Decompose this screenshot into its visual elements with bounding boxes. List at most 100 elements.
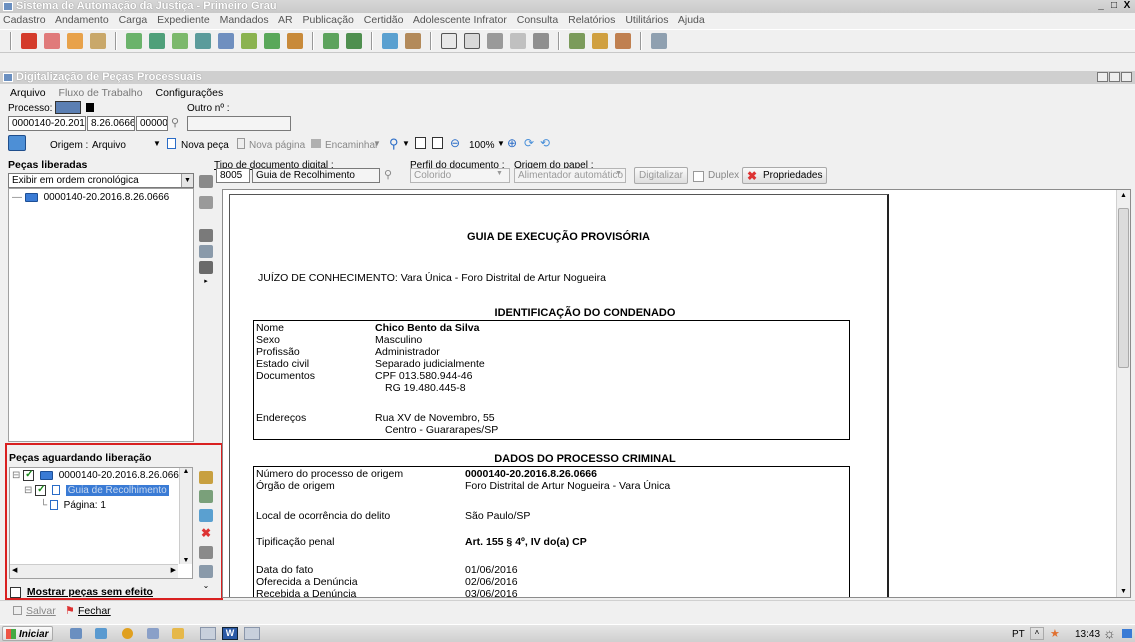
scroll-left-icon[interactable]: ◀ (12, 566, 17, 574)
copy-icon[interactable] (199, 565, 213, 578)
menu-adolescente[interactable]: Adolescente Infrator (413, 14, 507, 26)
sign-icon[interactable] (199, 490, 213, 503)
tipo-value-input[interactable]: Guia de Recolhimento (252, 168, 380, 183)
explorer-icon[interactable] (244, 627, 260, 640)
folder-user-icon[interactable] (241, 33, 257, 49)
transfer-icon[interactable] (510, 33, 526, 49)
zoom-in-icon[interactable]: ⊕ (507, 136, 517, 150)
submenu-fluxo[interactable]: Fluxo de Trabalho (59, 87, 143, 99)
perfil-select[interactable]: Colorido (410, 168, 510, 183)
chevron-down-icon[interactable]: ▼ (496, 170, 503, 177)
scroll-right-icon[interactable]: ▶ (171, 566, 176, 574)
scroll-thumb[interactable] (1118, 208, 1129, 368)
aguardando-page-item[interactable]: └ Página: 1 (40, 499, 106, 513)
aguardando-doc-checkbox[interactable] (35, 483, 47, 497)
viewer-scrollbar[interactable]: ▲ ▼ (1116, 190, 1130, 597)
menu-mandados[interactable]: Mandados (220, 14, 269, 26)
rotate-right-icon[interactable]: ⟳ (524, 136, 534, 150)
folder-people-icon[interactable] (126, 33, 142, 49)
scroll-down-icon[interactable]: ▼ (1117, 588, 1130, 595)
weather-icon[interactable]: ☼ (1103, 625, 1116, 641)
chevron-right-icon[interactable]: ▸ (196, 277, 216, 285)
print-icon[interactable] (199, 229, 213, 242)
desktop-icon[interactable] (95, 628, 107, 639)
aguardando-doc-item[interactable]: ⊟ Guia de Recolhimento (24, 483, 169, 498)
search-icon[interactable]: ⚲ (384, 168, 392, 181)
scroll-up-icon[interactable]: ▲ (1117, 192, 1130, 199)
chevron-down-icon[interactable]: ▼ (373, 139, 381, 148)
menu-ajuda[interactable]: Ajuda (678, 14, 705, 26)
folder-search-icon[interactable] (195, 33, 211, 49)
word-icon[interactable]: W (222, 627, 238, 640)
trash-icon[interactable] (533, 33, 549, 49)
table-icon[interactable] (287, 33, 303, 49)
tree-root-item[interactable]: — 0000140-20.2016.8.26.0666 (12, 191, 169, 205)
menu-andamento[interactable]: Andamento (55, 14, 109, 26)
language-indicator[interactable]: PT (1012, 629, 1025, 640)
close-button[interactable]: X (1121, 0, 1133, 11)
document-icon[interactable] (441, 33, 457, 49)
chevron-down-icon[interactable]: ▼ (181, 174, 193, 187)
submenu-arquivo[interactable]: Arquivo (10, 87, 46, 99)
submenu-configuracoes[interactable]: Configurações (156, 87, 224, 99)
process-type-dropdown[interactable] (55, 101, 81, 114)
speaker-icon[interactable]: ★ (1050, 627, 1060, 640)
menu-carga[interactable]: Carga (119, 14, 148, 26)
chevron-down-icon[interactable]: ▼ (497, 139, 505, 148)
folder-edit-icon[interactable] (218, 33, 234, 49)
users-icon[interactable] (405, 33, 421, 49)
tree-expander-icon[interactable]: ⊟ (24, 485, 32, 496)
fit-page-icon[interactable] (432, 137, 443, 149)
show-desktop-icon[interactable] (1122, 629, 1132, 638)
copy-icon[interactable] (199, 245, 213, 258)
menu-certidao[interactable]: Certidão (364, 14, 404, 26)
rotate-left-icon[interactable]: ⟲ (540, 136, 550, 150)
photo-icon[interactable] (487, 33, 503, 49)
scroll-down-icon[interactable]: ▼ (180, 557, 192, 564)
flag-icon[interactable] (21, 33, 37, 49)
send-icon[interactable] (199, 509, 213, 522)
order-select[interactable]: Exibir em ordem cronológica (8, 173, 194, 188)
lock-icon[interactable] (199, 261, 213, 274)
menu-consulta[interactable]: Consulta (517, 14, 558, 26)
close-icon[interactable]: ✖ (196, 526, 216, 540)
nova-peca-button[interactable]: Nova peça (181, 140, 229, 151)
folder-add-icon[interactable] (264, 33, 280, 49)
tray-up-icon[interactable]: ˄ (1030, 627, 1044, 640)
scroll-up-icon[interactable]: ▲ (180, 468, 192, 475)
people-icon[interactable] (70, 628, 82, 639)
tag-icon[interactable] (44, 33, 60, 49)
encaminhar-button[interactable]: Encaminhar (325, 140, 378, 151)
process-number-part2[interactable]: 8.26.0666 (87, 116, 135, 131)
mostrar-sem-efeito[interactable]: Mostrar peças sem efeito (10, 586, 153, 598)
settings-user-icon[interactable] (651, 33, 667, 49)
car-icon[interactable] (569, 33, 585, 49)
user-star-icon[interactable] (592, 33, 608, 49)
zoom-icon[interactable]: ⚲ (389, 136, 399, 152)
sub-close-button[interactable] (1121, 72, 1132, 82)
network-icon[interactable] (90, 33, 106, 49)
process-number-part1[interactable]: 0000140-20.2016 (8, 116, 86, 131)
minimize-button[interactable]: _ (1095, 0, 1107, 11)
tags-icon[interactable] (67, 33, 83, 49)
salvar-button[interactable]: Salvar (26, 605, 56, 617)
release-icon[interactable] (199, 175, 213, 188)
aguardando-root-checkbox[interactable] (23, 468, 35, 482)
chevron-down-icon[interactable]: ▼ (402, 139, 410, 148)
origem-select[interactable]: Arquivo (92, 140, 126, 151)
aguardando-root-item[interactable]: ⊟ 0000140-20.2016.8.26.0666 (12, 468, 184, 483)
zoom-out-icon[interactable]: ⊖ (450, 136, 460, 150)
duplex-checkbox[interactable] (693, 170, 704, 182)
start-button[interactable]: Iniciar (2, 626, 54, 641)
fit-width-icon[interactable] (415, 137, 426, 149)
chrome-icon[interactable] (122, 628, 133, 639)
search-icon[interactable]: ⚲ (171, 116, 179, 129)
tree-hscrollbar[interactable]: ◀ ▶ (10, 564, 178, 578)
tree-expander-icon[interactable]: ⊟ (12, 470, 20, 481)
send-icon[interactable] (382, 33, 398, 49)
folder-search-icon[interactable] (172, 33, 188, 49)
chevron-down-icon[interactable]: ⌄ (196, 581, 216, 590)
folder-people-icon[interactable] (149, 33, 165, 49)
propriedades-button[interactable]: ✖ Propriedades (742, 167, 828, 184)
chevron-down-icon[interactable]: ▼ (615, 170, 622, 177)
